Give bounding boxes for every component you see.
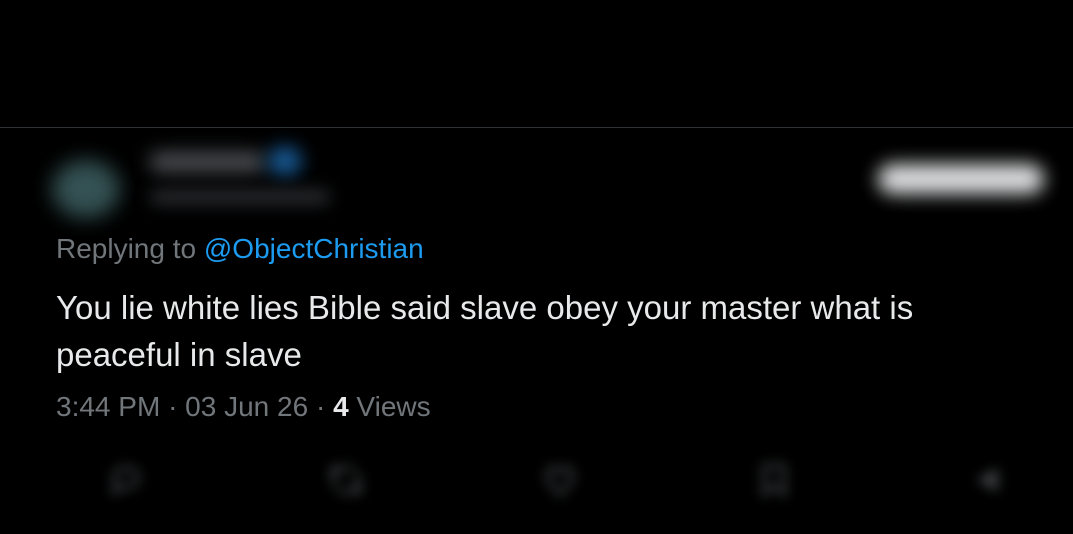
tweet-date[interactable]: 03 Jun 26 — [185, 391, 308, 422]
views-label[interactable]: Views — [356, 391, 430, 422]
verified-badge-icon — [268, 146, 302, 176]
replying-to-line: Replying to @ObjectChristian — [56, 232, 424, 266]
like-icon[interactable] — [540, 462, 580, 498]
meta-separator: · — [315, 391, 326, 422]
replying-to-label: Replying to — [56, 233, 204, 264]
tweet-text: You lie white lies Bible said slave obey… — [56, 289, 914, 373]
top-divider — [0, 127, 1073, 128]
views-count: 4 — [333, 391, 349, 422]
action-bar — [0, 462, 1073, 502]
meta-separator: · — [168, 391, 178, 422]
avatar[interactable] — [52, 160, 120, 218]
reply-icon[interactable] — [106, 462, 146, 498]
tweet-time[interactable]: 3:44 PM — [56, 391, 160, 422]
share-icon[interactable] — [968, 462, 1008, 498]
replying-to-handle-link[interactable]: @ObjectChristian — [204, 233, 424, 264]
author-handle-redacted[interactable] — [150, 190, 330, 204]
author-name-redacted[interactable] — [150, 152, 265, 172]
follow-button[interactable] — [878, 164, 1044, 194]
bookmark-icon[interactable] — [754, 462, 794, 499]
tweet-meta: 3:44 PM · 03 Jun 26 · 4 Views — [56, 390, 431, 424]
retweet-icon[interactable] — [326, 462, 366, 498]
